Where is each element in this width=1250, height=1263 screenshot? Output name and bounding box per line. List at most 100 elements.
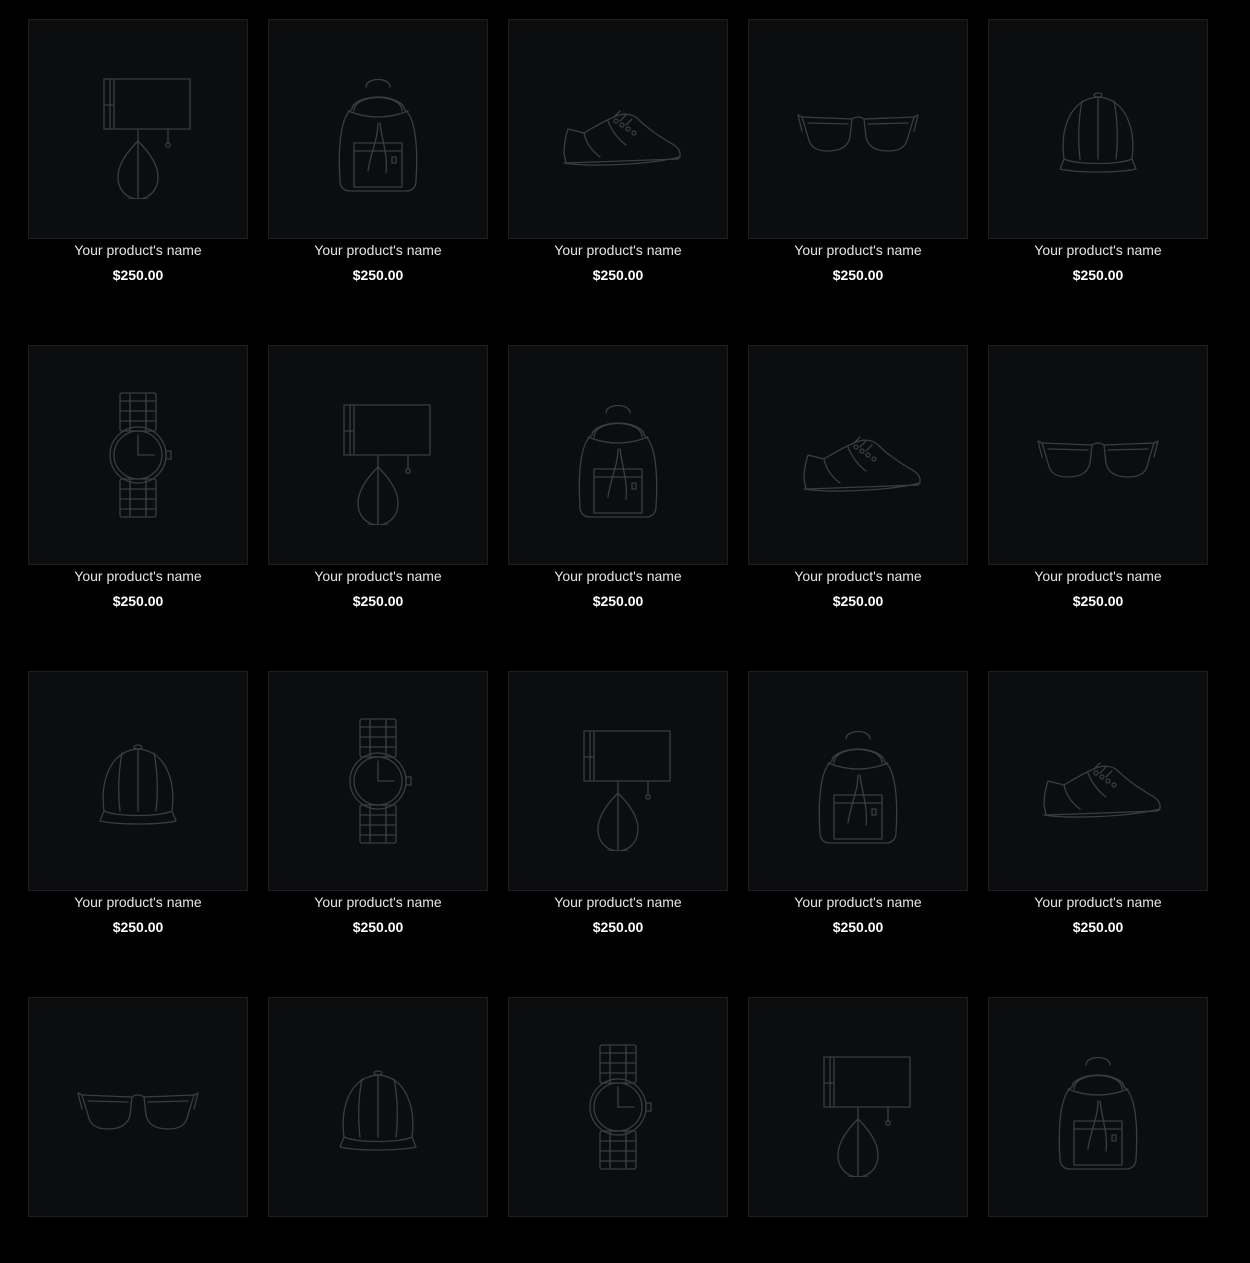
product-image[interactable] <box>748 19 968 239</box>
watch-icon <box>349 718 412 844</box>
product-image[interactable] <box>748 671 968 891</box>
product-price <box>748 1245 968 1261</box>
product-price: $250.00 <box>112 919 164 935</box>
product-card[interactable]: Your product's name $250.00 <box>28 671 248 937</box>
product-card[interactable]: Your product's name $250.00 <box>508 671 728 937</box>
product-price <box>988 1245 1208 1261</box>
lamp-icon <box>343 404 431 525</box>
product-card[interactable]: Your product's name $250.00 <box>748 345 968 611</box>
product-card[interactable]: Your product's name $250.00 <box>748 19 968 285</box>
product-name[interactable]: Your product's name <box>508 242 728 258</box>
product-card[interactable]: Your product's name $250.00 <box>28 19 248 285</box>
backpack-icon <box>578 404 658 518</box>
product-name[interactable]: Your product's name <box>28 894 248 910</box>
backpack-icon <box>1058 1056 1138 1170</box>
product-price: $250.00 <box>592 919 644 935</box>
product-card[interactable] <box>268 997 488 1263</box>
product-card[interactable] <box>508 997 728 1263</box>
product-name[interactable]: Your product's name <box>28 242 248 258</box>
product-name[interactable] <box>268 1220 488 1236</box>
backpack-icon <box>818 730 898 844</box>
product-name[interactable]: Your product's name <box>748 894 968 910</box>
product-image[interactable] <box>988 345 1208 565</box>
product-card[interactable]: Your product's name $250.00 <box>268 671 488 937</box>
cap-icon <box>339 1070 417 1151</box>
product-name[interactable]: Your product's name <box>988 242 1208 258</box>
cap-icon <box>1059 92 1137 173</box>
product-image[interactable] <box>28 345 248 565</box>
product-price <box>268 1245 488 1261</box>
product-image[interactable] <box>508 997 728 1217</box>
lamp-icon <box>583 730 671 851</box>
product-price: $250.00 <box>352 267 404 283</box>
product-image[interactable] <box>268 19 488 239</box>
product-card[interactable]: Your product's name $250.00 <box>508 345 728 611</box>
product-name[interactable]: Your product's name <box>268 894 488 910</box>
product-price: $250.00 <box>832 593 884 609</box>
product-card[interactable]: Your product's name $250.00 <box>988 19 1208 285</box>
product-name[interactable]: Your product's name <box>988 568 1208 584</box>
backpack-icon <box>338 78 418 192</box>
product-name[interactable]: Your product's name <box>748 242 968 258</box>
product-image[interactable] <box>748 345 968 565</box>
product-image[interactable] <box>28 671 248 891</box>
product-grid: Your product's name $250.00 Your product'… <box>28 19 1208 1263</box>
product-image[interactable] <box>508 671 728 891</box>
product-card[interactable]: Your product's name $250.00 <box>28 345 248 611</box>
product-image[interactable] <box>988 997 1208 1217</box>
product-image[interactable] <box>268 345 488 565</box>
product-price: $250.00 <box>352 593 404 609</box>
product-name[interactable]: Your product's name <box>508 568 728 584</box>
product-name[interactable]: Your product's name <box>508 894 728 910</box>
watch-icon <box>589 1044 652 1170</box>
product-image[interactable] <box>508 345 728 565</box>
product-image[interactable] <box>268 671 488 891</box>
sneaker-icon <box>1043 762 1161 818</box>
product-card[interactable]: Your product's name $250.00 <box>268 345 488 611</box>
product-price: $250.00 <box>592 267 644 283</box>
product-name[interactable]: Your product's name <box>28 568 248 584</box>
product-card[interactable]: Your product's name $250.00 <box>988 345 1208 611</box>
product-image[interactable] <box>28 19 248 239</box>
product-name[interactable]: Your product's name <box>268 568 488 584</box>
product-image[interactable] <box>268 997 488 1217</box>
watch-icon <box>109 392 172 518</box>
sunglasses-icon <box>77 1092 199 1130</box>
product-card[interactable]: Your product's name $250.00 <box>988 671 1208 937</box>
product-price: $250.00 <box>112 267 164 283</box>
product-price: $250.00 <box>112 593 164 609</box>
product-price: $250.00 <box>592 593 644 609</box>
product-price: $250.00 <box>832 267 884 283</box>
sunglasses-icon <box>1037 440 1159 478</box>
product-price: $250.00 <box>1072 593 1124 609</box>
product-image[interactable] <box>988 671 1208 891</box>
product-name[interactable] <box>28 1220 248 1236</box>
product-card[interactable] <box>988 997 1208 1263</box>
lamp-icon <box>103 78 191 199</box>
sneaker-icon <box>803 436 921 492</box>
lamp-icon <box>823 1056 911 1177</box>
product-image[interactable] <box>748 997 968 1217</box>
product-name[interactable] <box>508 1220 728 1236</box>
product-card[interactable] <box>748 997 968 1263</box>
product-price: $250.00 <box>352 919 404 935</box>
cap-icon <box>99 744 177 825</box>
product-price: $250.00 <box>1072 919 1124 935</box>
product-name[interactable]: Your product's name <box>988 894 1208 910</box>
product-card[interactable]: Your product's name $250.00 <box>508 19 728 285</box>
product-image[interactable] <box>508 19 728 239</box>
product-card[interactable]: Your product's name $250.00 <box>268 19 488 285</box>
sunglasses-icon <box>797 114 919 152</box>
product-name[interactable]: Your product's name <box>268 242 488 258</box>
product-price: $250.00 <box>832 919 884 935</box>
product-price <box>28 1245 248 1261</box>
product-card[interactable] <box>28 997 248 1263</box>
product-price: $250.00 <box>1072 267 1124 283</box>
product-image[interactable] <box>28 997 248 1217</box>
product-card[interactable]: Your product's name $250.00 <box>748 671 968 937</box>
product-name[interactable] <box>988 1220 1208 1236</box>
product-price <box>508 1245 728 1261</box>
product-image[interactable] <box>988 19 1208 239</box>
product-name[interactable]: Your product's name <box>748 568 968 584</box>
product-name[interactable] <box>748 1220 968 1236</box>
